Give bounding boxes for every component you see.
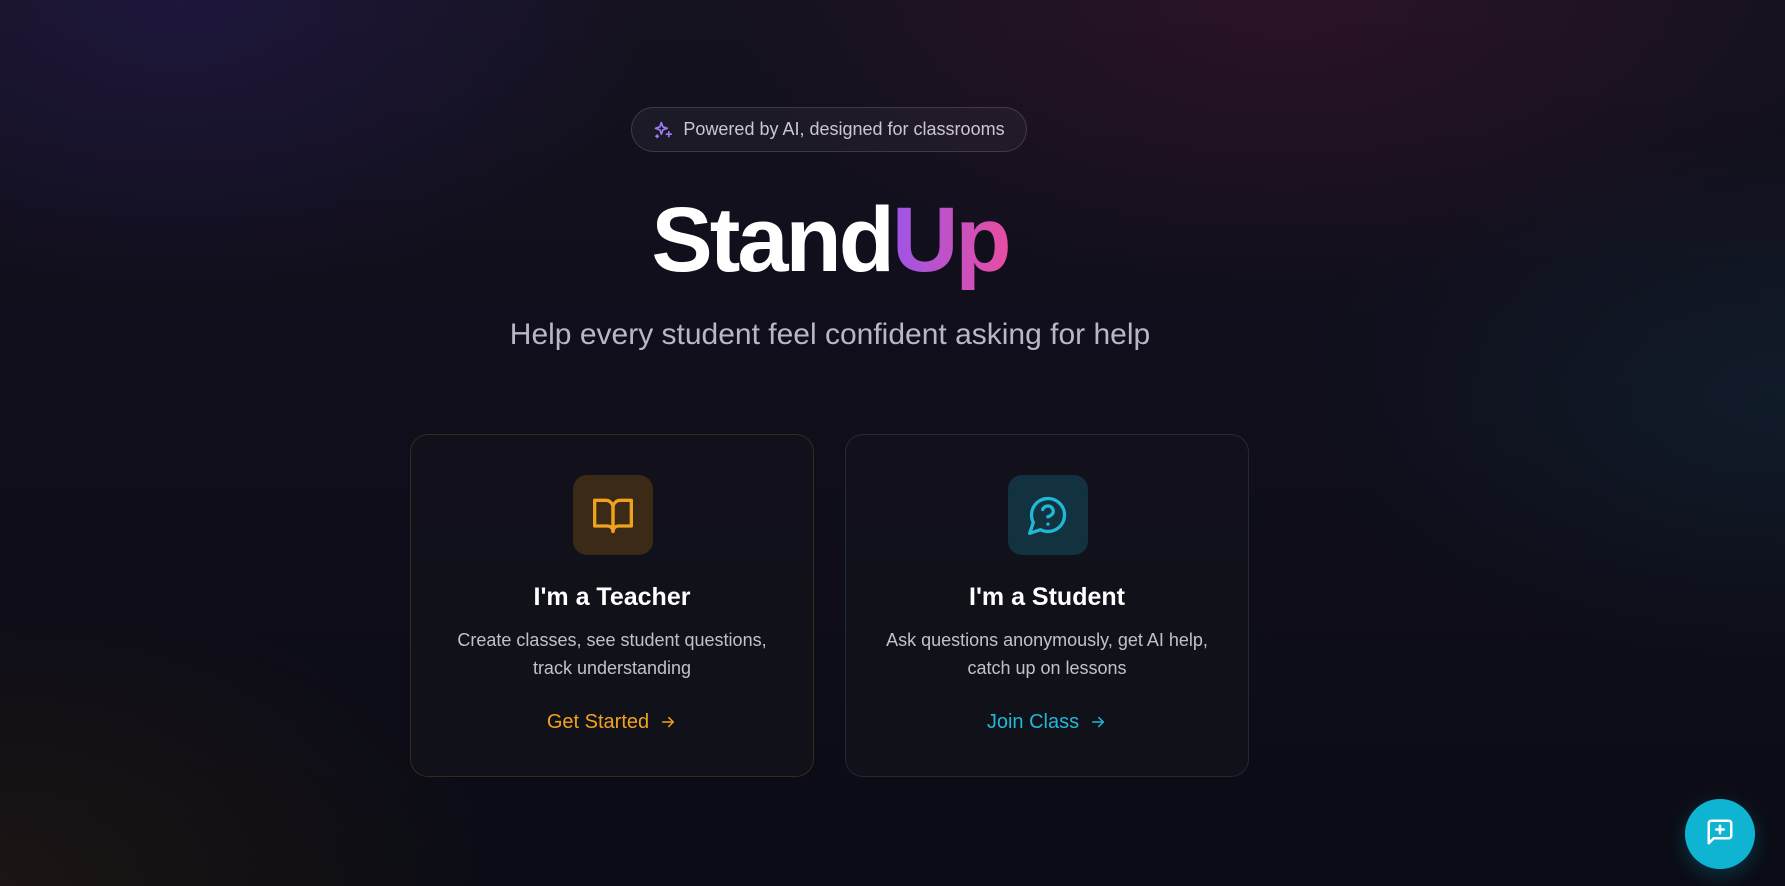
teacher-card-description: Create classes, see student questions, t… — [457, 630, 767, 678]
app-title-accent: Up — [891, 189, 1012, 291]
join-class-label: Join Class — [986, 711, 1080, 733]
app-title-primary: Stand — [651, 189, 895, 291]
get-started-label: Get Started — [546, 711, 650, 733]
app-title: StandUp — [0, 186, 1660, 294]
arrow-right-icon — [659, 713, 677, 731]
student-card[interactable]: I'm a Student Ask questions anonymously,… — [845, 434, 1249, 777]
feedback-chat-button[interactable] — [1685, 799, 1755, 869]
book-open-icon — [573, 475, 653, 555]
join-class-link[interactable]: Join Class — [846, 708, 1248, 736]
ai-badge: Powered by AI, designed for classrooms — [631, 107, 1027, 152]
arrow-right-icon — [1089, 713, 1107, 731]
badge-text: Powered by AI, designed for classrooms — [683, 119, 1005, 139]
student-card-title: I'm a Student — [969, 583, 1125, 611]
student-card-description: Ask questions anonymously, get AI help, … — [886, 630, 1208, 678]
hero-subtitle: Help every student feel confident asking… — [509, 318, 1151, 351]
sparkles-icon — [653, 120, 673, 140]
message-plus-icon — [1705, 817, 1735, 852]
message-question-icon — [1008, 475, 1088, 555]
get-started-link[interactable]: Get Started — [411, 708, 813, 736]
teacher-card-title: I'm a Teacher — [533, 583, 691, 611]
teacher-card[interactable]: I'm a Teacher Create classes, see studen… — [410, 434, 814, 777]
